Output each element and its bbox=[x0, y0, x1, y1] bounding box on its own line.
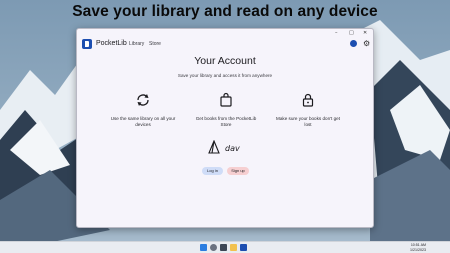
start-windows-icon[interactable] bbox=[200, 244, 207, 251]
account-icon[interactable] bbox=[350, 40, 357, 47]
lock-icon bbox=[302, 93, 314, 107]
settings-gear-icon[interactable]: ⚙ bbox=[363, 39, 370, 48]
feature-store-text: Get books from the PocketLib Store bbox=[195, 116, 257, 127]
page-title: Your Account bbox=[194, 55, 256, 67]
feature-lock-text: Make sure your books don't get lost bbox=[276, 116, 340, 127]
promo-headline: Save your library and read on any device bbox=[72, 3, 378, 20]
pocketlib-logo-icon bbox=[82, 39, 92, 49]
sync-icon bbox=[137, 94, 149, 106]
feature-store: Get books from the PocketLib Store bbox=[191, 92, 261, 127]
maximize-icon[interactable]: □ bbox=[349, 30, 354, 37]
nav-library[interactable]: Library bbox=[129, 41, 144, 47]
feature-sync: Use the same library on all your devices bbox=[108, 92, 178, 127]
dav-brand-text: dav bbox=[225, 144, 240, 153]
task-view-icon[interactable] bbox=[220, 244, 227, 251]
feature-lock: Make sure your books don't get lost bbox=[273, 92, 343, 127]
pocketlib-taskbar-icon[interactable] bbox=[240, 244, 247, 251]
signup-button[interactable]: Sign up bbox=[227, 167, 249, 175]
feature-sync-text: Use the same library on all your devices bbox=[110, 116, 176, 127]
app-window: – □ ✕ PocketLib Library Store ⚙ Your Acc… bbox=[76, 28, 374, 228]
login-button[interactable]: Log in bbox=[202, 167, 223, 175]
page-subtitle: Save your library and access it from any… bbox=[177, 73, 273, 78]
nav-store[interactable]: Store bbox=[149, 41, 161, 47]
taskbar: 10:51 AM 1/21/2023 bbox=[0, 241, 450, 253]
search-icon[interactable] bbox=[210, 244, 217, 251]
shopping-bag-icon bbox=[220, 92, 232, 107]
file-explorer-icon[interactable] bbox=[230, 244, 237, 251]
minimize-icon[interactable]: – bbox=[335, 30, 338, 37]
app-bar: PocketLib Library Store ⚙ bbox=[77, 37, 373, 51]
dav-logo-icon bbox=[208, 140, 220, 154]
app-name: PocketLib bbox=[96, 40, 127, 47]
close-icon[interactable]: ✕ bbox=[363, 30, 367, 37]
tray-date: 1/21/2023 bbox=[410, 247, 426, 252]
